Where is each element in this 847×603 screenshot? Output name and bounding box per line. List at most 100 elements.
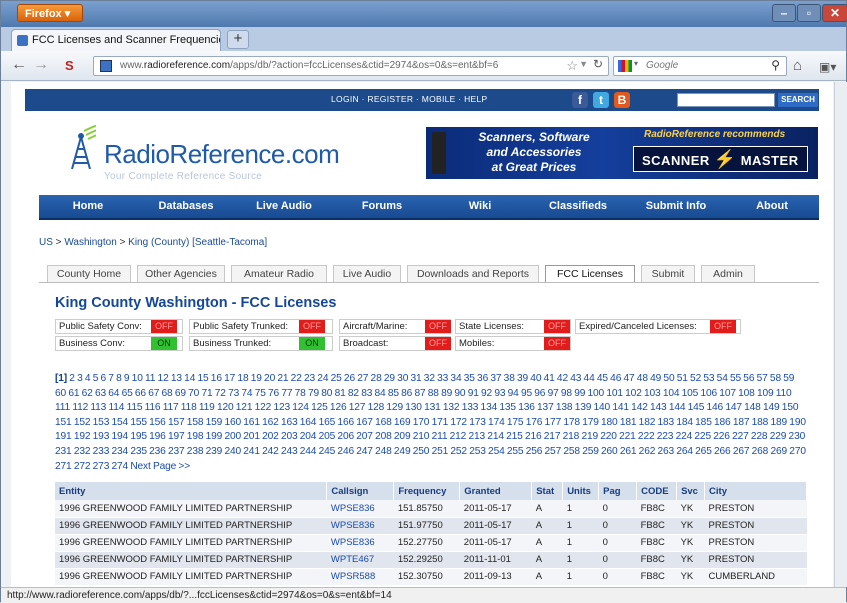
page-link[interactable]: 76 bbox=[268, 388, 281, 399]
crumb-us[interactable]: US bbox=[39, 237, 53, 248]
page-link[interactable]: 53 bbox=[703, 373, 716, 384]
column-header[interactable]: Units bbox=[562, 482, 600, 500]
toggle-mobiles[interactable]: OFF bbox=[544, 337, 570, 350]
page-link[interactable]: 144 bbox=[669, 402, 688, 413]
menu-icon[interactable]: ▣▾ bbox=[819, 58, 836, 76]
page-link[interactable]: 140 bbox=[594, 402, 613, 413]
page-link[interactable]: 121 bbox=[236, 402, 255, 413]
page-link[interactable]: 63 bbox=[95, 388, 108, 399]
page-link[interactable]: 212 bbox=[450, 431, 469, 442]
page-link[interactable]: 119 bbox=[199, 402, 217, 413]
site-search-button[interactable]: SEARCH bbox=[778, 93, 818, 107]
page-link[interactable]: 180 bbox=[601, 417, 620, 428]
page-link[interactable]: 73 bbox=[228, 388, 241, 399]
toggle-state-licenses[interactable]: OFF bbox=[544, 320, 570, 333]
page-link[interactable]: 64 bbox=[108, 388, 121, 399]
page-link[interactable]: 7 bbox=[108, 373, 116, 384]
page-link[interactable]: 214 bbox=[487, 431, 506, 442]
callsign-link[interactable]: WPTE467 bbox=[326, 551, 394, 569]
page-link[interactable]: 239 bbox=[206, 446, 225, 457]
forward-arrow-icon[interactable]: → bbox=[33, 56, 49, 74]
page-link[interactable]: 181 bbox=[620, 417, 639, 428]
page-link[interactable]: 148 bbox=[744, 402, 763, 413]
page-link[interactable]: 51 bbox=[677, 373, 690, 384]
page-link[interactable]: 255 bbox=[507, 446, 526, 457]
page-link[interactable]: 135 bbox=[499, 402, 518, 413]
page-link[interactable]: 141 bbox=[612, 402, 631, 413]
callsign-link[interactable]: WPSE836 bbox=[326, 500, 394, 518]
page-link[interactable]: 48 bbox=[637, 373, 650, 384]
page-link[interactable]: 249 bbox=[394, 446, 413, 457]
page-link[interactable]: 232 bbox=[74, 446, 93, 457]
page-link[interactable]: 251 bbox=[432, 446, 451, 457]
page-link[interactable]: 159 bbox=[206, 417, 225, 428]
url-dropdown-icon[interactable]: ▼ bbox=[579, 59, 588, 69]
page-link[interactable]: 33 bbox=[437, 373, 450, 384]
page-link[interactable]: 182 bbox=[639, 417, 658, 428]
page-link[interactable]: 208 bbox=[375, 431, 394, 442]
column-header[interactable]: Granted bbox=[459, 482, 533, 500]
page-link[interactable]: 190 bbox=[789, 417, 806, 428]
page-link[interactable]: 114 bbox=[108, 402, 126, 413]
page-link[interactable]: 54 bbox=[717, 373, 730, 384]
page-link[interactable]: 237 bbox=[168, 446, 187, 457]
page-link[interactable]: 270 bbox=[789, 446, 806, 457]
page-link[interactable]: 175 bbox=[507, 417, 526, 428]
addon-s-icon[interactable]: S bbox=[65, 57, 74, 75]
page-link[interactable]: 15 bbox=[197, 373, 210, 384]
page-link[interactable]: 45 bbox=[597, 373, 610, 384]
page-link[interactable]: 209 bbox=[394, 431, 413, 442]
page-link[interactable]: 244 bbox=[300, 446, 319, 457]
page-link[interactable]: 18 bbox=[237, 373, 250, 384]
page-link[interactable]: 100 bbox=[588, 388, 607, 399]
toggle-business-trunked[interactable]: ON bbox=[299, 337, 325, 350]
page-link[interactable]: 27 bbox=[357, 373, 370, 384]
page-link[interactable]: 109 bbox=[757, 388, 776, 399]
page-link[interactable]: 143 bbox=[650, 402, 669, 413]
column-header[interactable]: Pag bbox=[598, 482, 638, 500]
page-link[interactable]: 267 bbox=[733, 446, 752, 457]
page-link[interactable]: 113 bbox=[90, 402, 108, 413]
page-link[interactable]: 67 bbox=[148, 388, 161, 399]
page-link[interactable]: 120 bbox=[217, 402, 236, 413]
page-link[interactable]: 46 bbox=[610, 373, 623, 384]
tab-live-audio[interactable]: Live Audio bbox=[333, 265, 401, 283]
page-link[interactable]: 25 bbox=[331, 373, 344, 384]
page-link[interactable]: 79 bbox=[308, 388, 321, 399]
page-link[interactable]: 262 bbox=[639, 446, 658, 457]
page-link[interactable]: 259 bbox=[582, 446, 601, 457]
page-link[interactable]: 264 bbox=[676, 446, 695, 457]
page-link[interactable]: 218 bbox=[563, 431, 582, 442]
page-link[interactable]: 117 bbox=[163, 402, 181, 413]
page-link[interactable]: 23 bbox=[304, 373, 317, 384]
page-link[interactable]: 247 bbox=[356, 446, 375, 457]
page-link[interactable]: 56 bbox=[743, 373, 756, 384]
close-button[interactable]: ✕ bbox=[822, 4, 847, 22]
page-link[interactable]: 183 bbox=[658, 417, 677, 428]
vertical-scrollbar[interactable] bbox=[834, 82, 847, 587]
page-link[interactable]: 22 bbox=[291, 373, 304, 384]
page-link[interactable]: 268 bbox=[752, 446, 771, 457]
page-link[interactable]: 146 bbox=[706, 402, 725, 413]
maximize-button[interactable]: ▫ bbox=[797, 4, 821, 22]
search-engine-input[interactable]: ▾ Google ⚲ bbox=[613, 56, 787, 76]
page-link[interactable]: 57 bbox=[757, 373, 770, 384]
page-link[interactable]: 129 bbox=[386, 402, 405, 413]
engine-dropdown-icon[interactable]: ▾ bbox=[634, 59, 638, 68]
column-header[interactable]: Entity bbox=[55, 482, 328, 500]
page-link[interactable]: 246 bbox=[337, 446, 356, 457]
page-link[interactable]: 68 bbox=[162, 388, 175, 399]
page-link[interactable]: 86 bbox=[401, 388, 414, 399]
page-link[interactable]: 157 bbox=[168, 417, 187, 428]
page-link[interactable]: 196 bbox=[149, 431, 168, 442]
page-link[interactable]: 142 bbox=[631, 402, 650, 413]
page-link[interactable]: 202 bbox=[262, 431, 281, 442]
twitter-icon[interactable]: t bbox=[593, 92, 609, 108]
page-link[interactable]: 233 bbox=[93, 446, 112, 457]
page-link[interactable]: 115 bbox=[127, 402, 145, 413]
page-link[interactable]: 169 bbox=[394, 417, 413, 428]
page-link[interactable]: 145 bbox=[688, 402, 707, 413]
callsign-link[interactable]: WPSR588 bbox=[326, 568, 394, 586]
page-link[interactable]: 112 bbox=[72, 402, 90, 413]
page-link[interactable]: 83 bbox=[361, 388, 374, 399]
